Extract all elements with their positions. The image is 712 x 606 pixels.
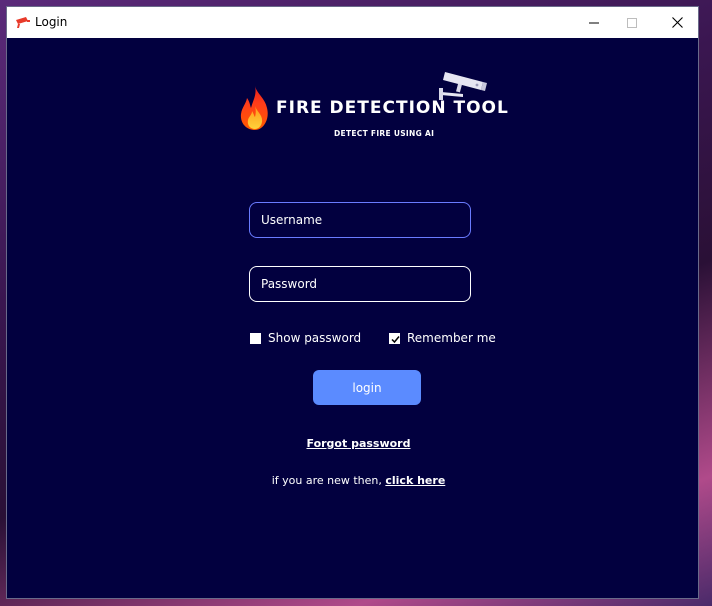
flame-icon <box>237 84 273 132</box>
remember-me-checkbox[interactable]: Remember me <box>389 331 496 345</box>
minimize-icon <box>589 22 599 23</box>
login-button[interactable]: login <box>313 370 421 405</box>
camera-app-icon <box>15 15 31 29</box>
checkmark-icon <box>391 335 400 343</box>
title-bar[interactable]: Login <box>7 7 698 38</box>
app-subtitle: DETECT FIRE USING AI <box>334 129 435 138</box>
forgot-password-link[interactable]: Forgot password <box>307 437 411 450</box>
show-password-box[interactable] <box>250 332 261 344</box>
maximize-icon <box>627 17 637 28</box>
security-camera-icon <box>437 70 489 102</box>
remember-me-label: Remember me <box>407 331 496 345</box>
close-icon <box>671 17 683 28</box>
login-content: FIRE DETECTION TOOL DETECT FIRE USING AI… <box>7 38 698 598</box>
signup-link[interactable]: click here <box>385 474 445 487</box>
remember-me-box[interactable] <box>389 332 400 344</box>
show-password-checkbox[interactable]: Show password <box>250 331 361 345</box>
show-password-label: Show password <box>268 331 362 345</box>
forgot-password-row: Forgot password <box>7 432 698 451</box>
login-window: Login FIRE DETECTION TOOL DETECT FIRE US… <box>6 6 699 599</box>
signup-row: if you are new then, click here <box>7 474 698 487</box>
signup-prefix: if you are new then, <box>271 474 386 487</box>
window-title: Login <box>35 15 68 29</box>
maximize-button[interactable] <box>609 7 655 38</box>
password-input[interactable] <box>249 266 471 302</box>
username-input[interactable] <box>249 202 471 238</box>
close-button[interactable] <box>654 7 700 38</box>
